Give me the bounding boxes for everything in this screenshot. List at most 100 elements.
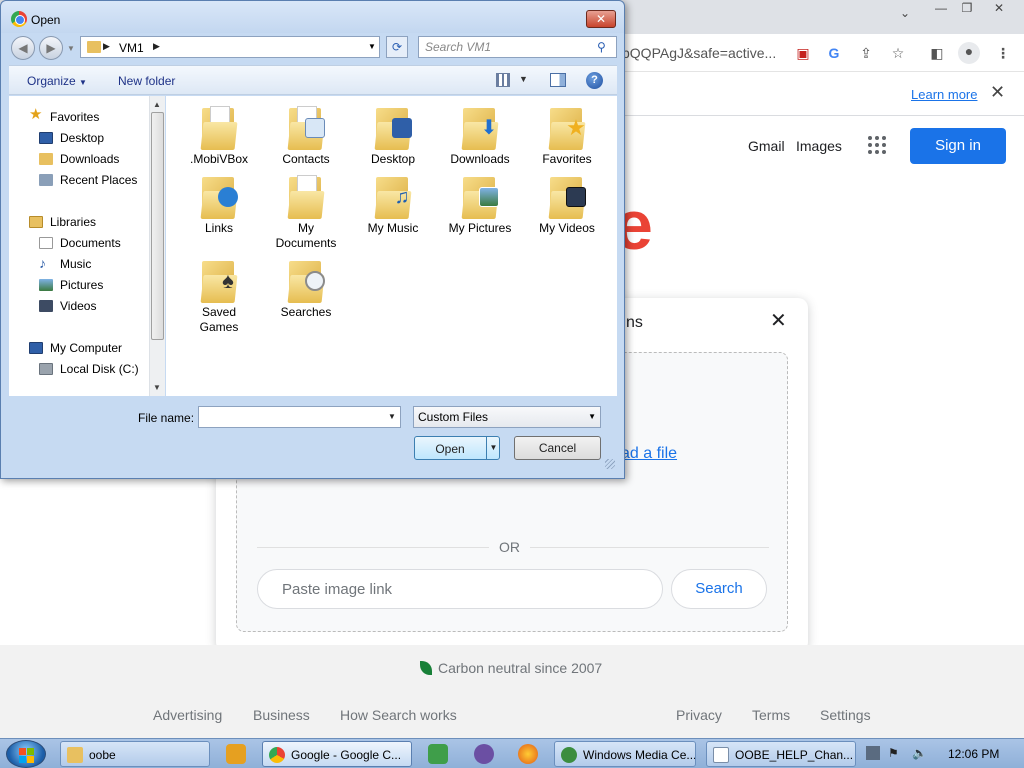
nav-desktop[interactable]: Desktop (60, 131, 104, 145)
network-icon[interactable] (866, 746, 880, 760)
google-lens-icon[interactable]: G (825, 44, 843, 62)
view-options-chevron-icon[interactable]: ▼ (519, 74, 528, 84)
recent-locations-chevron-icon[interactable]: ▼ (67, 44, 75, 53)
window-close-button[interactable]: ✕ (986, 1, 1012, 17)
restore-button[interactable]: ❐ (954, 1, 980, 17)
file-type-select[interactable]: Custom Files ▼ (413, 406, 601, 428)
nav-libraries[interactable]: Libraries (50, 215, 96, 229)
network-app-icon[interactable] (428, 744, 448, 764)
taskbar-label: oobe (89, 748, 116, 762)
taskbar-windows-media-center[interactable]: Windows Media Ce... (554, 741, 696, 767)
open-button-label: Open (435, 442, 465, 456)
scrollbar-thumb[interactable] (151, 112, 164, 340)
profile-avatar-icon[interactable]: ● (958, 42, 980, 64)
side-panel-icon[interactable]: ◧ (928, 44, 946, 62)
refresh-icon[interactable]: ⟳ (386, 36, 408, 58)
pictures-icon (39, 279, 53, 291)
image-link-input[interactable] (257, 569, 663, 609)
new-folder-button[interactable]: New folder (118, 74, 175, 88)
address-bar-url[interactable]: bQQPAgJ&safe=active... (622, 45, 776, 61)
start-button[interactable] (6, 740, 46, 768)
images-link[interactable]: Images (796, 138, 842, 154)
action-center-flag-icon[interactable]: ⚑ (888, 746, 902, 760)
dialog-close-button[interactable]: ✕ (586, 10, 616, 28)
card-close-icon[interactable]: ✕ (770, 308, 787, 333)
resize-grip-icon[interactable] (605, 459, 615, 469)
taskbar-google-chrome[interactable]: Google - Google C... (262, 741, 412, 767)
folder-favorites[interactable]: ★ Favorites (524, 104, 610, 167)
open-split-dropdown-icon[interactable]: ▼ (486, 437, 500, 459)
folder-my-documents[interactable]: My Documents (263, 173, 349, 251)
cancel-button[interactable]: Cancel (514, 436, 601, 460)
nav-pane-scrollbar[interactable]: ▲ ▼ (149, 96, 165, 396)
chrome-menu-icon[interactable]: ⋮ (994, 44, 1012, 62)
minimize-button[interactable]: — (928, 1, 954, 17)
tor-app-icon[interactable] (474, 744, 494, 764)
folder-contacts[interactable]: Contacts (263, 104, 349, 167)
favorites-star-icon: ★ (29, 106, 43, 123)
nav-pictures[interactable]: Pictures (60, 278, 103, 292)
folder-my-pictures[interactable]: My Pictures (437, 173, 523, 236)
back-arrow-icon[interactable]: ◀ (11, 36, 35, 60)
folder-my-music[interactable]: ♫ My Music (350, 173, 436, 236)
footer-link-terms[interactable]: Terms (752, 707, 790, 723)
taskbar-oobe-help[interactable]: OOBE_HELP_Chan... (706, 741, 856, 767)
nav-my-computer[interactable]: My Computer (50, 341, 122, 355)
search-folder-input[interactable] (418, 36, 617, 58)
folder-searches[interactable]: Searches (263, 257, 349, 320)
image-search-button[interactable]: Search (671, 569, 767, 609)
infobar-close-icon[interactable]: ✕ (990, 82, 1005, 103)
change-view-icon[interactable] (496, 73, 510, 87)
breadcrumb-arrow-icon[interactable]: ▶ (153, 41, 160, 52)
organize-menu[interactable]: Organize ▼ (27, 74, 87, 88)
nav-recent-places[interactable]: Recent Places (60, 173, 137, 187)
help-icon[interactable]: ? (586, 72, 603, 89)
scroll-up-arrow-icon[interactable]: ▲ (153, 100, 161, 109)
upload-file-link[interactable]: ad a file (621, 445, 677, 463)
folder-my-videos[interactable]: My Videos (524, 173, 610, 236)
forward-arrow-icon[interactable]: ▶ (39, 36, 63, 60)
bookmark-star-icon[interactable]: ☆ (889, 44, 907, 62)
nav-music[interactable]: Music (60, 257, 91, 271)
footer-link-settings[interactable]: Settings (820, 707, 871, 723)
open-button[interactable]: Open ▼ (414, 436, 500, 460)
clock[interactable]: 12:06 PM (948, 747, 999, 761)
share-icon[interactable]: ⇪ (857, 44, 875, 62)
google-apps-icon[interactable] (868, 136, 888, 156)
address-dropdown-icon[interactable]: ▼ (365, 37, 379, 57)
folder-label: My Pictures (448, 221, 512, 235)
folder-links[interactable]: Links (176, 173, 262, 236)
nav-downloads[interactable]: Downloads (60, 152, 119, 166)
folder-icon (67, 747, 83, 763)
blocked-popup-icon[interactable]: ▣ (794, 44, 812, 62)
taskbar-oobe-explorer[interactable]: oobe (60, 741, 210, 767)
nav-favorites[interactable]: Favorites (50, 110, 99, 124)
file-name-input[interactable] (198, 406, 401, 428)
search-icon[interactable]: ⚲ (597, 40, 606, 54)
volume-icon[interactable]: 🔈 (912, 746, 927, 760)
folder-downloads[interactable]: ⬇ Downloads (437, 104, 523, 167)
footer-link-business[interactable]: Business (253, 707, 310, 723)
folder-desktop[interactable]: Desktop (350, 104, 436, 167)
dialog-titlebar[interactable]: Open ✕ (1, 1, 624, 33)
folder-saved-games[interactable]: ♠ Saved Games (176, 257, 262, 335)
file-name-dropdown-icon[interactable]: ▼ (384, 407, 400, 427)
nav-videos[interactable]: Videos (60, 299, 96, 313)
folder-mobivbox[interactable]: .MobiVBox (176, 104, 262, 167)
breadcrumb-vm1[interactable]: VM1 (119, 41, 144, 55)
learn-more-link[interactable]: Learn more (911, 87, 977, 102)
address-breadcrumb-bar[interactable]: ▶ VM1 ▶ ▼ (80, 36, 380, 58)
footer-link-privacy[interactable]: Privacy (676, 707, 722, 723)
firefox-icon[interactable] (518, 744, 538, 764)
footer-link-advertising[interactable]: Advertising (153, 707, 222, 723)
nav-documents[interactable]: Documents (60, 236, 121, 250)
footer-link-how-search-works[interactable]: How Search works (340, 707, 457, 723)
gmail-link[interactable]: Gmail (748, 138, 785, 154)
breadcrumb-arrow-icon[interactable]: ▶ (103, 41, 110, 52)
nav-local-disk[interactable]: Local Disk (C:) (60, 362, 139, 376)
sign-in-button[interactable]: Sign in (910, 128, 1006, 164)
scroll-down-arrow-icon[interactable]: ▼ (153, 383, 161, 392)
preview-pane-icon[interactable] (550, 73, 566, 87)
tab-search-chevron-icon[interactable]: ⌄ (892, 6, 918, 22)
media-player-icon[interactable] (226, 744, 246, 764)
